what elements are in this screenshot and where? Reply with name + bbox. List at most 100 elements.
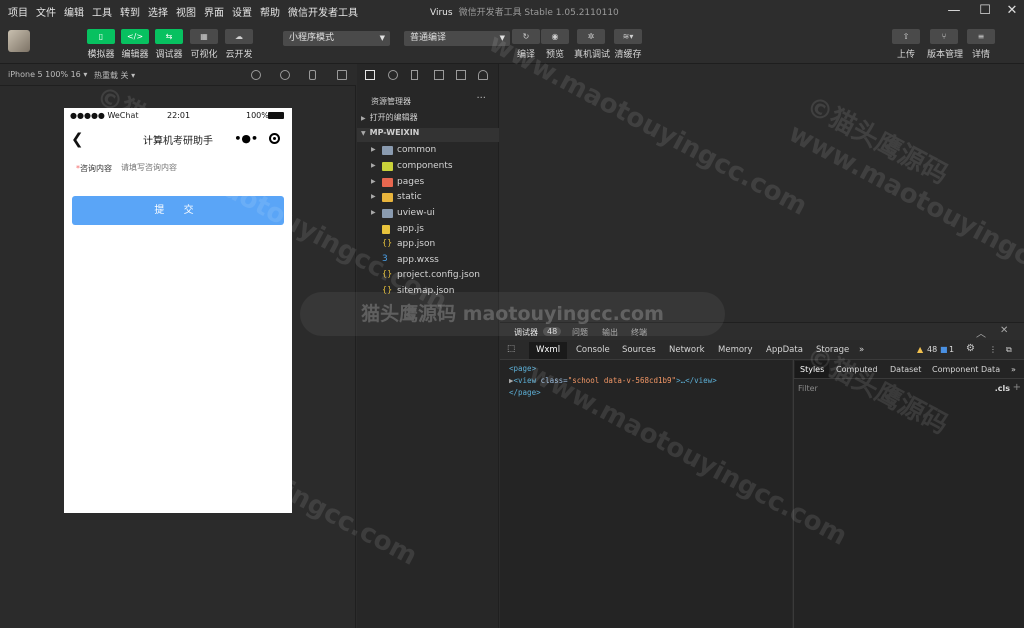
docker-icon[interactable]: [478, 70, 488, 80]
outline-icon[interactable]: [456, 70, 466, 80]
compile-mode-select[interactable]: 普通编译 ▼: [404, 31, 510, 46]
submit-button[interactable]: 提 交: [72, 196, 284, 225]
tab-computed[interactable]: Computed: [836, 365, 878, 374]
maximize-icon[interactable]: ☐: [975, 3, 995, 19]
main-toolbar: ▯ 模拟器 </> 编辑器 ⇆ 调试器 ▦ 可视化 ☁ 云开发 小程序模式 ▼ 普…: [0, 22, 1024, 64]
debugger-button[interactable]: ⇆ 调试器: [152, 29, 186, 60]
menu-tools[interactable]: 工具: [92, 4, 112, 19]
tab-styles[interactable]: Styles: [795, 361, 830, 378]
tab-component-data[interactable]: Component Data: [932, 365, 1000, 374]
more-tabs-icon[interactable]: »: [859, 345, 864, 355]
open-editors-section[interactable]: ▶ 打开的编辑器: [357, 112, 499, 126]
tree-item-project-config[interactable]: {} project.config.json: [371, 269, 499, 283]
upload-button[interactable]: ⇧ 上传: [889, 29, 923, 60]
menu-help[interactable]: 帮助: [260, 4, 280, 19]
tab-console[interactable]: Console: [576, 345, 610, 355]
menu-settings[interactable]: 设置: [232, 4, 252, 19]
device-select[interactable]: iPhone 5 100% 16 ▾: [8, 70, 87, 79]
close-circle-icon[interactable]: [268, 132, 280, 144]
visual-button[interactable]: ▦ 可视化: [187, 29, 221, 60]
mode-select-value: 小程序模式: [289, 33, 335, 43]
tab-appdata[interactable]: AppData: [766, 345, 803, 355]
minimize-icon[interactable]: —: [944, 3, 964, 19]
phone-screen: ●●●●● WeChat 22:01 100% ❮ 计算机考研助手 •●• *咨…: [64, 108, 292, 513]
chevron-up-icon[interactable]: ︿: [976, 325, 986, 340]
tree-item-uview-ui[interactable]: ▶ uview-ui: [371, 207, 499, 221]
tree-item-components[interactable]: ▶ components: [371, 160, 499, 174]
detach-icon[interactable]: [337, 70, 347, 80]
tab-wxml[interactable]: Wxml: [529, 342, 568, 359]
tab-sources[interactable]: Sources: [622, 345, 656, 355]
tree-item-static[interactable]: ▶ static: [371, 191, 499, 205]
cloud-label: 云开发: [225, 50, 253, 60]
phone-icon[interactable]: [309, 70, 316, 80]
tab-dataset[interactable]: Dataset: [890, 365, 921, 374]
rotate-icon[interactable]: [251, 70, 261, 80]
simulator-area: ●●●●● WeChat 22:01 100% ❮ 计算机考研助手 •●• *咨…: [0, 86, 356, 628]
menu-capsule[interactable]: •●•: [229, 129, 285, 147]
dock-icon[interactable]: ⧉: [1006, 345, 1012, 355]
dom-node-page-close[interactable]: </page>: [509, 388, 541, 397]
tab-network[interactable]: Network: [669, 345, 705, 355]
menu-goto[interactable]: 转到: [120, 4, 140, 19]
refresh-icon: ↻: [512, 29, 540, 44]
close-icon[interactable]: ✕: [1002, 3, 1022, 19]
more-icon[interactable]: •●•: [234, 132, 258, 145]
more-icon[interactable]: ···: [476, 93, 486, 104]
chevron-right-icon: ▶: [361, 115, 366, 122]
tree-item-app-js[interactable]: app.js: [371, 223, 499, 237]
simulator-button[interactable]: ▯ 模拟器: [84, 29, 118, 60]
dom-node-view[interactable]: ▶<view class="school data-v-568cd1b9">…<…: [509, 376, 717, 385]
menu-view[interactable]: 视图: [176, 4, 196, 19]
hot-reload-select[interactable]: 热重载 关 ▾: [94, 70, 135, 81]
project-section[interactable]: ▼ MP-WEIXIN: [357, 128, 499, 142]
close-icon[interactable]: ✕: [1000, 325, 1008, 336]
add-rule-icon[interactable]: +: [1013, 382, 1021, 393]
inspect-icon[interactable]: ⬚: [507, 344, 515, 354]
tree-item-app-wxss[interactable]: 3 app.wxss: [371, 254, 499, 268]
menu-edit[interactable]: 编辑: [64, 4, 84, 19]
version-button[interactable]: ⑂ 版本管理: [927, 29, 964, 60]
window-title-tool: 微信开发者工具 Stable 1.05.2110110: [458, 8, 619, 18]
code-icon: </>: [121, 29, 149, 44]
preview-button[interactable]: ◉ 预览: [538, 29, 572, 60]
version-label: 版本管理: [927, 50, 964, 60]
extensions-icon[interactable]: [434, 70, 444, 80]
cls-toggle[interactable]: .cls: [995, 384, 1010, 393]
menu-devtools[interactable]: 微信开发者工具: [288, 4, 358, 19]
tree-item-pages[interactable]: ▶ pages: [371, 176, 499, 190]
simulator-toolbar: iPhone 5 100% 16 ▾ 热重载 关 ▾: [0, 64, 356, 86]
menu-file[interactable]: 文件: [36, 4, 56, 19]
git-icon[interactable]: [411, 70, 418, 80]
more-tabs-icon[interactable]: »: [1011, 365, 1016, 374]
menu-project[interactable]: 项目: [8, 4, 28, 19]
editor-button[interactable]: </> 编辑器: [118, 29, 152, 60]
gear-icon[interactable]: ⚙: [966, 343, 975, 354]
folder-icon: [382, 162, 393, 171]
record-icon[interactable]: [280, 70, 290, 80]
tab-storage[interactable]: Storage: [816, 345, 849, 355]
info-count[interactable]: 1: [949, 345, 954, 354]
tree-item-app-json[interactable]: {} app.json: [371, 238, 499, 252]
consult-input[interactable]: [121, 163, 271, 172]
details-button[interactable]: ≡ 详情: [964, 29, 998, 60]
project-label: MP-WEIXIN: [369, 128, 420, 137]
styles-filter-input[interactable]: Filter: [798, 384, 818, 393]
menu-interface[interactable]: 界面: [204, 4, 224, 19]
avatar[interactable]: [8, 30, 30, 52]
kebab-icon[interactable]: ⋮: [989, 345, 997, 354]
menu-select[interactable]: 选择: [148, 4, 168, 19]
chevron-right-icon: ▶: [371, 178, 376, 185]
dom-node-page-open[interactable]: <page>: [509, 364, 536, 373]
editor-area[interactable]: [500, 64, 1024, 322]
warning-count[interactable]: 48: [927, 345, 937, 354]
files-icon[interactable]: [365, 70, 375, 80]
search-icon[interactable]: [388, 70, 398, 80]
chevron-right-icon: ▶: [371, 146, 376, 153]
tab-memory[interactable]: Memory: [718, 345, 753, 355]
remote-debug-button[interactable]: ✲ 真机调试: [574, 29, 610, 60]
mode-select[interactable]: 小程序模式 ▼: [283, 31, 390, 46]
tree-item-common[interactable]: ▶ common: [371, 144, 499, 158]
cloud-button[interactable]: ☁ 云开发: [222, 29, 256, 60]
clear-cache-button[interactable]: ≋▾ 清缓存: [611, 29, 645, 60]
